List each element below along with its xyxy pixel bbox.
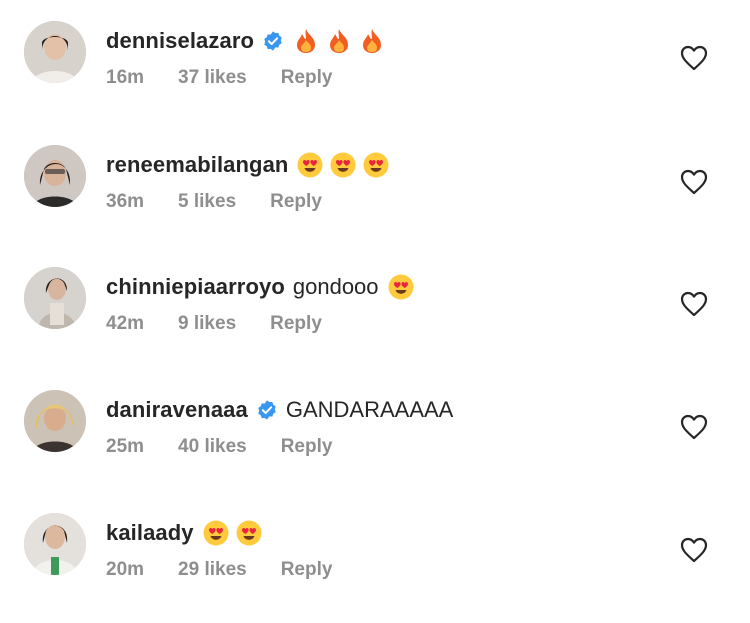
like-heart-icon[interactable]: [680, 414, 708, 440]
heart-eyes-emoji-icon: [362, 151, 390, 179]
comment-meta: 16m 37 likes Reply: [106, 67, 332, 89]
reply-button[interactable]: Reply: [270, 313, 322, 335]
avatar[interactable]: [24, 145, 86, 207]
like-heart-icon[interactable]: [680, 169, 708, 195]
like-heart-icon[interactable]: [680, 45, 708, 71]
username[interactable]: daniravenaaa: [106, 397, 248, 423]
username[interactable]: denniselazaro: [106, 28, 254, 54]
comment-line: kailaady: [106, 517, 268, 549]
comment-item: denniselazaro 16m 37 likes Reply: [0, 21, 750, 131]
likes-count[interactable]: 40 likes: [178, 436, 247, 458]
verified-badge-icon: [262, 30, 284, 52]
avatar-image: [24, 145, 86, 207]
reply-button[interactable]: Reply: [281, 559, 333, 581]
heart-eyes-emoji-icon: [329, 151, 357, 179]
comment-meta: 20m 29 likes Reply: [106, 559, 332, 581]
fire-emoji-icon: [292, 27, 320, 55]
likes-count[interactable]: 37 likes: [178, 67, 247, 89]
avatar-image: [24, 267, 86, 329]
comment-text: GANDARAAAAA: [285, 397, 454, 422]
emoji-group: [202, 519, 268, 547]
comment-time: 25m: [106, 436, 145, 457]
heart-eyes-emoji-icon: [387, 273, 415, 301]
comment-time: 16m: [106, 67, 145, 88]
comment-line: chinniepiaarroyo gondooo: [106, 271, 420, 303]
comment-line: reneemabilangan: [106, 149, 395, 181]
heart-eyes-emoji-icon: [202, 519, 230, 547]
verified-badge-icon: [256, 399, 278, 421]
comment-meta: 42m 9 likes Reply: [106, 313, 322, 335]
username[interactable]: kailaady: [106, 520, 194, 546]
avatar[interactable]: [24, 390, 86, 452]
heart-eyes-emoji-icon: [235, 519, 263, 547]
like-heart-icon[interactable]: [680, 291, 708, 317]
avatar-image: [24, 21, 86, 83]
reply-button[interactable]: Reply: [281, 67, 333, 89]
likes-count[interactable]: 9 likes: [178, 313, 236, 335]
comment-time: 36m: [106, 191, 145, 212]
comment-item: daniravenaaa GANDARAAAAA 25m 40 likes Re…: [0, 390, 750, 500]
comment-text: gondooo: [292, 274, 379, 299]
reply-button[interactable]: Reply: [281, 436, 333, 458]
fire-emoji-icon: [358, 27, 386, 55]
comment-meta: 36m 5 likes Reply: [106, 191, 322, 213]
avatar[interactable]: [24, 21, 86, 83]
comments-list: denniselazaro 16m 37 likes Reply reneema…: [0, 0, 750, 615]
likes-count[interactable]: 5 likes: [178, 191, 236, 213]
comment-line: daniravenaaa GANDARAAAAA: [106, 394, 453, 426]
comment-item: reneemabilangan 36m 5 likes Reply: [0, 145, 750, 255]
emoji-group: [296, 151, 395, 179]
comment-item: kailaady 20m 29 likes Reply: [0, 513, 750, 623]
comment-time: 20m: [106, 559, 145, 580]
comment-meta: 25m 40 likes Reply: [106, 436, 332, 458]
avatar-image: [24, 390, 86, 452]
comment-item: chinniepiaarroyo gondooo 42m 9 likes Rep…: [0, 267, 750, 377]
emoji-group: [387, 273, 420, 301]
like-heart-icon[interactable]: [680, 537, 708, 563]
likes-count[interactable]: 29 likes: [178, 559, 247, 581]
avatar[interactable]: [24, 513, 86, 575]
avatar[interactable]: [24, 267, 86, 329]
heart-eyes-emoji-icon: [296, 151, 324, 179]
avatar-image: [24, 513, 86, 575]
comment-time: 42m: [106, 313, 145, 334]
reply-button[interactable]: Reply: [270, 191, 322, 213]
username[interactable]: chinniepiaarroyo: [106, 274, 285, 300]
comment-line: denniselazaro: [106, 25, 391, 57]
username[interactable]: reneemabilangan: [106, 152, 288, 178]
fire-emoji-icon: [325, 27, 353, 55]
emoji-group: [292, 27, 391, 55]
